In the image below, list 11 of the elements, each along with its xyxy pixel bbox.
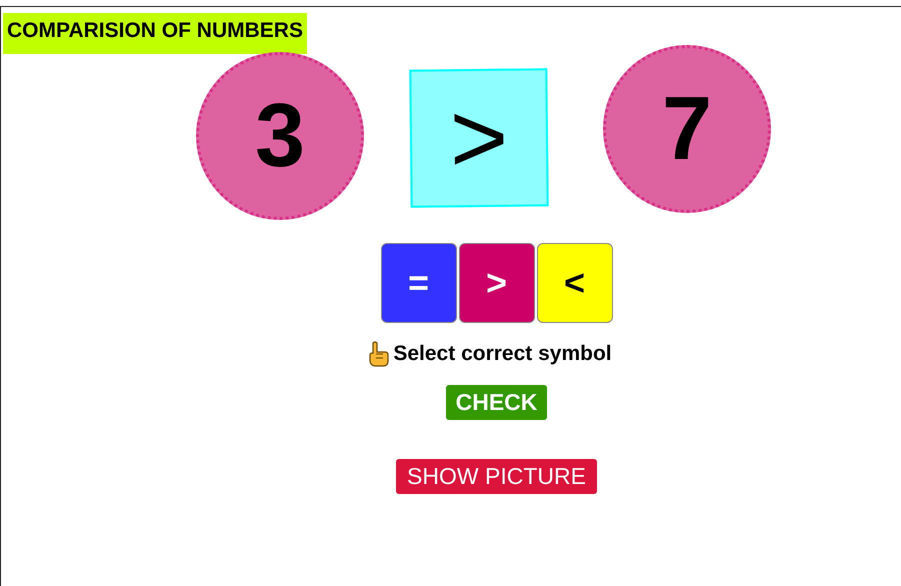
show-picture-button[interactable]: SHOW PICTURE — [396, 459, 597, 494]
number-circle: 3 — [196, 52, 364, 220]
symbol-button[interactable]: < — [536, 243, 612, 323]
answer-box: > — [409, 68, 549, 208]
page-title: COMPARISION OF NUMBERS — [3, 13, 307, 54]
check-button[interactable]: CHECK — [446, 385, 548, 420]
number-circle: 7 — [603, 45, 771, 213]
symbol-button[interactable]: = — [380, 243, 456, 323]
instruction-text: Select correct symbol — [393, 342, 612, 366]
symbol-button[interactable]: > — [458, 243, 534, 323]
pointing-hand-icon — [367, 341, 390, 367]
